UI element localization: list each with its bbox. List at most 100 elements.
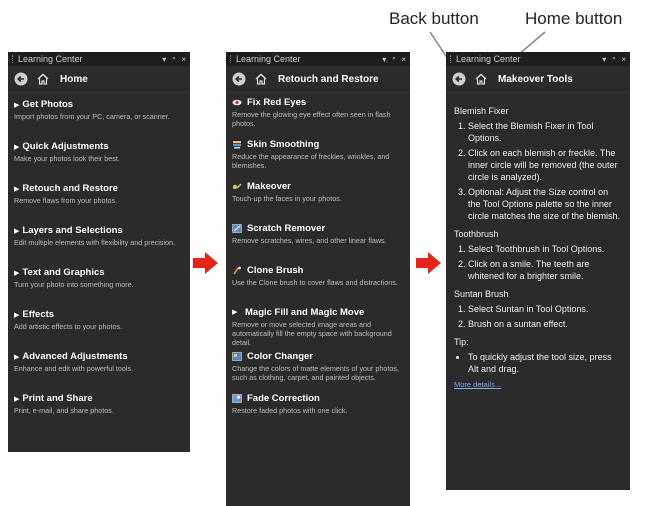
step-item: Select Suntan in Tool Options. [468, 303, 622, 315]
home-icon[interactable] [36, 72, 50, 86]
red-arrow-icon [416, 252, 441, 274]
close-icon[interactable]: × [621, 55, 626, 64]
tool-item[interactable]: Color Changer Change the colors of matte … [226, 347, 410, 389]
tool-label: Fade Correction [247, 393, 320, 404]
home-topic-list: ▶ Get Photos Import photos from your PC, c… [8, 93, 190, 429]
tool-item[interactable]: Fix Red Eyes Remove the glowing eye effec… [226, 93, 410, 135]
nav-row: Makeover Tools [446, 66, 630, 93]
close-icon[interactable]: × [181, 55, 186, 64]
step-item: Select Toothbrush in Tool Options. [468, 243, 622, 255]
toothbrush-steps: Select Toothbrush in Tool Options. Click … [454, 243, 622, 282]
nav-row: Retouch and Restore [226, 66, 410, 93]
section-heading: Toothbrush [454, 229, 499, 239]
dropdown-icon[interactable]: ▾ [602, 55, 606, 64]
expand-triangle-icon: ▶ [232, 309, 238, 316]
drag-grip[interactable] [230, 55, 233, 63]
tool-label: Magic Fill and Magic Move [245, 307, 365, 318]
topic-item[interactable]: ▶ Effects Add artistic effects to your pho… [8, 303, 190, 345]
topic-label: Layers and Selections [22, 225, 123, 236]
learning-center-home-panel: Learning Center ▾ ᐢ × Home ▶ Get Photos Im… [8, 52, 190, 452]
page-title: Makeover Tools [498, 73, 573, 85]
fade-correction-icon [232, 394, 247, 403]
panel-titlebar: Learning Center ▾ ᐢ × [446, 52, 630, 66]
expand-triangle-icon: ▶ [14, 312, 20, 319]
page-title: Retouch and Restore [278, 73, 379, 85]
back-arrow-icon[interactable] [452, 72, 466, 86]
tip-heading: Tip: [454, 337, 469, 347]
topic-description: Import photos from your PC, camera, or s… [14, 112, 170, 121]
pin-icon[interactable]: ᐢ [172, 55, 175, 64]
step-item: Select the Blemish Fixer in Tool Options… [468, 120, 622, 144]
expand-triangle-icon: ▶ [14, 102, 20, 109]
back-arrow-icon[interactable] [232, 72, 246, 86]
tool-item[interactable]: Makeover Touch-up the faces in your photo… [226, 177, 410, 219]
more-details-link[interactable]: More details... [454, 379, 501, 391]
tool-label: Skin Smoothing [247, 139, 320, 150]
retouch-topic-list: Fix Red Eyes Remove the glowing eye effec… [226, 93, 410, 431]
section-heading: Suntan Brush [454, 289, 509, 299]
topic-label: Advanced Adjustments [22, 351, 128, 362]
step-item: Optional: Adjust the Size control on the… [468, 186, 622, 222]
tool-item[interactable]: ▶ Magic Fill and Magic Move Remove or move… [226, 303, 410, 347]
tool-description: Remove the glowing eye effect often seen… [232, 110, 391, 128]
topic-item[interactable]: ▶ Retouch and Restore Remove flaws from yo… [8, 177, 190, 219]
tool-label: Scratch Remover [247, 223, 326, 234]
topic-item[interactable]: ▶ Quick Adjustments Make your photos look … [8, 135, 190, 177]
topic-item[interactable]: ▶ Layers and Selections Edit multiple elem… [8, 219, 190, 261]
pin-icon[interactable]: ᐢ [392, 55, 395, 64]
topic-description: Make your photos look their best. [14, 154, 120, 163]
topic-label: Get Photos [22, 99, 74, 110]
tool-description: Restore faded photos with one click. [232, 406, 348, 415]
topic-description: Enhance and edit with powerful tools. [14, 364, 134, 373]
skin-smoothing-icon [232, 140, 247, 149]
drag-grip[interactable] [450, 55, 453, 63]
topic-item[interactable]: ▶ Text and Graphics Turn your photo into s… [8, 261, 190, 303]
learning-center-makeover-panel: Learning Center ▾ ᐢ × Makeover Tools Ble… [446, 52, 630, 490]
expand-triangle-icon: ▶ [14, 354, 20, 361]
clone-brush-icon [232, 266, 247, 275]
tool-description: Use the Clone brush to cover flaws and d… [232, 278, 398, 287]
suntan-steps: Select Suntan in Tool Options. Brush on a… [454, 303, 622, 330]
tool-label: Color Changer [247, 351, 313, 362]
pin-icon[interactable]: ᐢ [612, 55, 615, 64]
tip-item: To quickly adjust the tool size, press A… [468, 351, 622, 375]
home-button-callout: Home button [525, 9, 623, 28]
close-icon[interactable]: × [401, 55, 406, 64]
step-item: Brush on a suntan effect. [468, 318, 622, 330]
tool-label: Clone Brush [247, 265, 304, 276]
topic-item[interactable]: ▶ Print and Share Print, e-mail, and share… [8, 387, 190, 429]
topic-description: Turn your photo into something more. [14, 280, 134, 289]
page-title: Home [60, 73, 88, 85]
tool-item[interactable]: Clone Brush Use the Clone brush to cover … [226, 261, 410, 303]
step-item: Click on a smile. The teeth are whitened… [468, 258, 622, 282]
makeover-instructions: Blemish Fixer Select the Blemish Fixer i… [446, 93, 630, 397]
dropdown-icon[interactable]: ▾ [162, 55, 166, 64]
dropdown-icon[interactable]: ▾ [382, 55, 386, 64]
tool-item[interactable]: Scratch Remover Remove scratches, wires, … [226, 219, 410, 261]
color-changer-icon [232, 352, 247, 361]
expand-triangle-icon: ▶ [14, 144, 20, 151]
learning-center-retouch-panel: Learning Center ▾ ᐢ × Retouch and Restor… [226, 52, 410, 506]
topic-label: Text and Graphics [22, 267, 105, 278]
home-icon[interactable] [254, 72, 268, 86]
nav-row: Home [8, 66, 190, 93]
topic-item[interactable]: ▶ Advanced Adjustments Enhance and edit wi… [8, 345, 190, 387]
scratch-remover-icon [232, 224, 247, 233]
tool-item[interactable]: Skin Smoothing Reduce the appearance of f… [226, 135, 410, 177]
step-item: Click on each blemish or freckle. The in… [468, 147, 622, 183]
section-heading: Blemish Fixer [454, 106, 509, 116]
topic-label: Effects [22, 309, 55, 320]
back-arrow-icon[interactable] [14, 72, 28, 86]
panel-titlebar: Learning Center ▾ ᐢ × [8, 52, 190, 66]
red-eye-icon [232, 98, 247, 107]
topic-description: Add artistic effects to your photos. [14, 322, 123, 331]
tool-label: Fix Red Eyes [247, 97, 307, 108]
tool-description: Remove or move selected image areas and … [232, 320, 392, 347]
blemish-steps: Select the Blemish Fixer in Tool Options… [454, 120, 622, 222]
tool-item[interactable]: Fade Correction Restore faded photos with… [226, 389, 410, 431]
home-icon[interactable] [474, 72, 488, 86]
expand-triangle-icon: ▶ [14, 270, 20, 277]
topic-label: Retouch and Restore [22, 183, 118, 194]
drag-grip[interactable] [12, 55, 15, 63]
topic-item[interactable]: ▶ Get Photos Import photos from your PC, c… [8, 93, 190, 135]
